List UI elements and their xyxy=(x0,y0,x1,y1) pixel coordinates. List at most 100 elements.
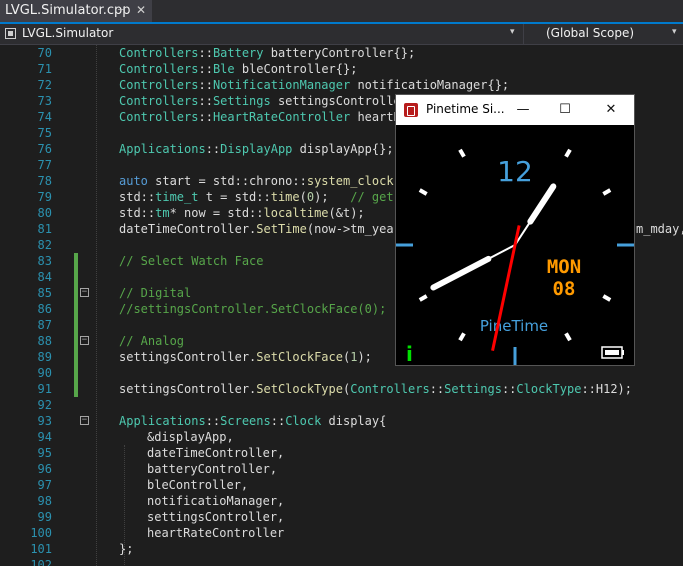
code-token: &displayApp, xyxy=(147,430,234,444)
code-line[interactable]: 98 notificatioManager, xyxy=(0,493,683,509)
code-text: Applications::Screens::Clock display{ xyxy=(119,413,386,429)
code-token: dateTimeController, xyxy=(147,446,285,460)
code-line[interactable]: 102 xyxy=(0,557,683,566)
notification-icon: i xyxy=(406,342,413,365)
line-number: 79 xyxy=(37,190,52,204)
scope-dropdown[interactable]: (Global Scope) xyxy=(546,26,634,40)
change-marker xyxy=(74,301,78,317)
code-token: :: xyxy=(429,382,445,396)
code-token: (&t); xyxy=(328,206,365,220)
code-token: heartRateController xyxy=(147,526,285,540)
code-token: NotificationManager xyxy=(212,78,351,92)
change-marker xyxy=(74,285,78,301)
code-token: heartR xyxy=(350,110,401,124)
code-token: localtime xyxy=(263,206,329,220)
code-text: bleController, xyxy=(147,477,248,493)
code-token: displayApp{}; xyxy=(292,142,394,156)
code-token: SetTime xyxy=(256,222,307,236)
close-tab-icon[interactable]: ✕ xyxy=(136,3,146,17)
simulator-window[interactable]: Pinetime Si... — ☐ ✕ 12 MON 08 PineTime … xyxy=(393,94,637,367)
hour-hand xyxy=(430,244,516,291)
line-number: 82 xyxy=(37,238,52,252)
line-number: 84 xyxy=(37,270,52,284)
code-token: Controllers xyxy=(119,94,199,108)
collapse-icon[interactable]: − xyxy=(80,336,89,345)
tab-bar: LVGL.Simulator.cpp ⊣ ✕ xyxy=(0,0,683,24)
code-token: // Select Watch Face xyxy=(119,254,264,268)
pin-icon[interactable]: ⊣ xyxy=(117,5,126,16)
maximize-button[interactable]: ☐ xyxy=(550,99,580,121)
code-token: ::H12); xyxy=(581,382,633,396)
code-token: DisplayApp xyxy=(220,142,293,156)
code-text: Controllers::Ble bleController{}; xyxy=(119,61,357,77)
line-number: 90 xyxy=(37,366,52,380)
code-text: Controllers::HeartRateController heartR xyxy=(119,109,401,125)
weekday-label: MON xyxy=(547,256,581,278)
code-line[interactable]: 70 Controllers::Battery batteryController… xyxy=(0,45,683,61)
code-line[interactable]: 99 settingsController, xyxy=(0,509,683,525)
line-number: 89 xyxy=(37,350,52,364)
code-text: dateTimeController, xyxy=(147,445,284,461)
code-line[interactable]: 92 xyxy=(0,397,683,413)
code-line[interactable]: 90 xyxy=(0,365,683,381)
code-text: //settingsController.SetClockFace(0); xyxy=(119,301,386,317)
chevron-down-icon[interactable]: ▾ xyxy=(672,27,677,37)
hour-marker xyxy=(458,332,466,342)
code-text: // Select Watch Face xyxy=(119,253,264,269)
line-number: 80 xyxy=(37,206,52,220)
line-number: 97 xyxy=(37,478,52,492)
code-token: Controllers xyxy=(119,46,199,60)
line-number: 91 xyxy=(37,382,52,396)
code-token: dateTimeController. xyxy=(119,222,257,236)
code-text: Applications::DisplayApp displayApp{}; xyxy=(119,141,394,157)
code-token: }; xyxy=(119,542,134,556)
code-token: // Analog xyxy=(119,334,185,348)
code-token: Settings xyxy=(212,94,271,108)
watch-screen[interactable]: 12 MON 08 PineTime i xyxy=(393,125,637,367)
hour-marker xyxy=(602,188,612,196)
code-line[interactable]: 100 heartRateController xyxy=(0,525,683,541)
code-token: settingsController. xyxy=(119,350,257,364)
code-line[interactable]: 93 Applications::Screens::Clock display{− xyxy=(0,413,683,429)
code-line[interactable]: 97 bleController, xyxy=(0,477,683,493)
minimize-button[interactable]: — xyxy=(508,99,538,121)
code-token: Applications xyxy=(119,414,206,428)
collapse-icon[interactable]: − xyxy=(80,288,89,297)
code-token: t = std:: xyxy=(198,190,271,204)
code-line[interactable]: 95 dateTimeController, xyxy=(0,445,683,461)
code-line[interactable]: 91 settingsController.SetClockType(Contro… xyxy=(0,381,683,397)
code-token: SetClockType xyxy=(256,382,343,396)
collapse-icon[interactable]: − xyxy=(80,416,89,425)
project-dropdown[interactable]: LVGL.Simulator ▾ xyxy=(0,24,520,44)
code-text: notificatioManager, xyxy=(147,493,284,509)
close-button[interactable]: ✕ xyxy=(596,99,626,121)
code-token: // Digital xyxy=(119,286,192,300)
simulator-titlebar[interactable]: Pinetime Si... — ☐ ✕ xyxy=(396,95,634,125)
code-token: :: xyxy=(198,46,213,60)
code-token: bleController{}; xyxy=(234,62,358,76)
code-token: Controllers xyxy=(119,78,199,92)
code-line[interactable]: 72 Controllers::NotificationManager notif… xyxy=(0,77,683,93)
line-number: 95 xyxy=(37,446,52,460)
code-token: Controllers xyxy=(119,110,199,124)
code-line[interactable]: 94 &displayApp, xyxy=(0,429,683,445)
code-token: system_clock xyxy=(306,174,394,188)
tab-lvgl-simulator-cpp[interactable]: LVGL.Simulator.cpp ⊣ ✕ xyxy=(0,0,152,24)
line-number: 75 xyxy=(37,126,52,140)
code-line[interactable]: 101}; xyxy=(0,541,683,557)
code-token: tm xyxy=(155,206,170,220)
code-token: batteryController, xyxy=(147,462,278,476)
code-token: (now->tm_year xyxy=(306,222,401,236)
line-number: 102 xyxy=(30,558,52,566)
code-token: batteryController{}; xyxy=(263,46,416,60)
nav-divider xyxy=(523,24,524,44)
code-token: settingsController. xyxy=(119,382,257,396)
code-line[interactable]: 71 Controllers::Ble bleController{}; xyxy=(0,61,683,77)
hour-marker xyxy=(564,332,572,342)
code-line[interactable]: 96 batteryController, xyxy=(0,461,683,477)
line-number: 72 xyxy=(37,78,52,92)
code-text: Controllers::Battery batteryController{}… xyxy=(119,45,415,61)
change-marker xyxy=(74,253,78,269)
code-token: std:: xyxy=(119,190,156,204)
code-token: ( xyxy=(299,190,307,204)
